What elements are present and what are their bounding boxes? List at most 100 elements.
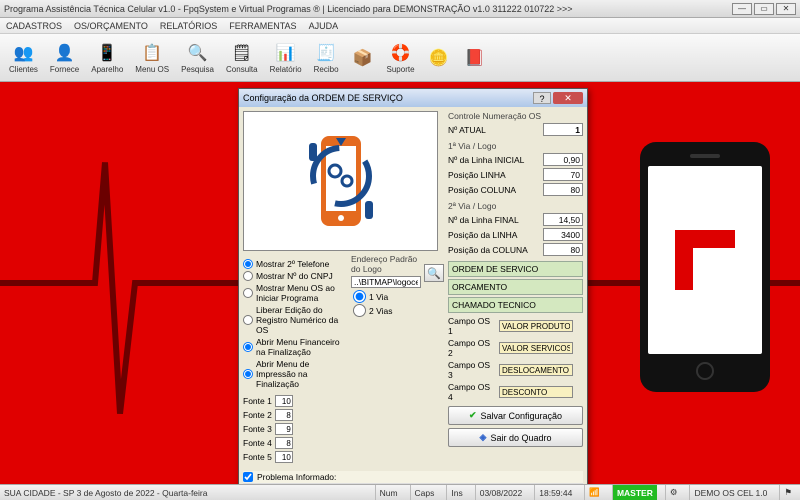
toolbar-item-11[interactable]: 📕 — [458, 43, 492, 73]
option-0[interactable]: Mostrar 2º Telefone — [243, 258, 348, 270]
toolbar-pesquisa[interactable]: 🔍Pesquisa — [176, 38, 219, 77]
status-ins: Ins — [446, 485, 466, 500]
toolbar-icon: 📱 — [95, 41, 119, 65]
dialog-close-button[interactable]: ✕ — [553, 92, 583, 104]
option-2[interactable]: Mostrar Menu OS ao Iniciar Programa — [243, 282, 348, 304]
toolbar-icon: 🔍 — [186, 41, 210, 65]
check-label: Problema Informado: — [257, 472, 336, 482]
toolbar-icon: 📋 — [140, 41, 164, 65]
field-input-1[interactable] — [543, 168, 583, 181]
toolbar-icon: 📦 — [351, 46, 375, 70]
fonte-input-0[interactable] — [275, 395, 293, 407]
toolbar-consulta[interactable]: 🗒Consulta — [221, 38, 263, 77]
toolbar-item-10[interactable]: 🪙 — [422, 43, 456, 73]
field-label: Nº da Linha FINAL — [448, 215, 519, 225]
toolbar-icon: 👤 — [53, 41, 77, 65]
menu-relatorios[interactable]: RELATÓRIOS — [160, 21, 217, 31]
option-1[interactable]: Mostrar Nº do CNPJ — [243, 270, 348, 282]
minimize-button[interactable]: — — [732, 3, 752, 15]
status-flag-icon: ⚑ — [779, 485, 796, 500]
field-input-0[interactable] — [543, 153, 583, 166]
menu-cadastros[interactable]: CADASTROS — [6, 21, 62, 31]
campo-input-3[interactable] — [499, 386, 573, 398]
campo-label: Campo OS 4 — [448, 382, 496, 402]
n-atual-input[interactable] — [543, 123, 583, 136]
via-2-radio[interactable]: 2 Vias — [353, 304, 421, 317]
section-chamado[interactable]: CHAMADO TECNICO — [448, 297, 583, 313]
dialog-help-button[interactable]: ? — [533, 92, 551, 104]
toolbar-aparelho[interactable]: 📱Aparelho — [86, 38, 128, 77]
toolbar-label: Menu OS — [135, 65, 169, 74]
toolbar-recibo[interactable]: 🧾Recibo — [309, 38, 344, 77]
option-label: Liberar Edição do Registro Numérico da O… — [256, 305, 348, 335]
section-orcamento[interactable]: ORCAMENTO — [448, 279, 583, 295]
exit-button[interactable]: ◈ Sair do Quadro — [448, 428, 583, 447]
toolbar-label: Aparelho — [91, 65, 123, 74]
check-0[interactable]: Problema Informado: — [243, 471, 583, 484]
option-label: Mostrar Menu OS ao Iniciar Programa — [256, 283, 348, 303]
option-5[interactable]: Abrir Menu de Impressão na Finalização — [243, 358, 348, 390]
toolbar-label: Consulta — [226, 65, 258, 74]
status-demo: DEMO OS CEL 1.0 — [689, 485, 771, 500]
campo-label: Campo OS 2 — [448, 338, 496, 358]
close-button[interactable]: ✕ — [776, 3, 796, 15]
fonte-input-1[interactable] — [275, 409, 293, 421]
statusbar: SUA CIDADE - SP 3 de Agosto de 2022 - Qu… — [0, 484, 800, 500]
menu-os-orcamento[interactable]: OS/ORÇAMENTO — [74, 21, 148, 31]
save-config-button[interactable]: ✔ Salvar Configuração — [448, 406, 583, 425]
field-label: Posição LINHA — [448, 170, 506, 180]
fonte-input-2[interactable] — [275, 423, 293, 435]
logo-path-input[interactable] — [351, 276, 421, 288]
toolbar-suporte[interactable]: 🛟Suporte — [382, 38, 420, 77]
campo-label: Campo OS 1 — [448, 316, 496, 336]
status-time: 18:59:44 — [534, 485, 576, 500]
fonte-input-3[interactable] — [275, 437, 293, 449]
toolbar-label: Relatório — [270, 65, 302, 74]
toolbar-label: Fornece — [50, 65, 79, 74]
maximize-button[interactable]: ▭ — [754, 3, 774, 15]
field-input-0[interactable] — [543, 213, 583, 226]
field-label: Posição da COLUNA — [448, 245, 528, 255]
campo-label: Campo OS 3 — [448, 360, 496, 380]
status-signal-icon: 📶 — [584, 485, 604, 500]
option-label: Mostrar Nº do CNPJ — [256, 271, 333, 281]
status-gear-icon: ⚙ — [665, 485, 682, 500]
desktop-area: Configuração da ORDEM DE SERVIÇO ? ✕ — [0, 82, 800, 484]
toolbar-icon: 📕 — [463, 46, 487, 70]
field-label: Nº da Linha INICIAL — [448, 155, 524, 165]
status-date: 03/08/2022 — [475, 485, 527, 500]
toolbar-icon: 🪙 — [427, 46, 451, 70]
field-input-1[interactable] — [543, 228, 583, 241]
option-label: Mostrar 2º Telefone — [256, 259, 329, 269]
field-input-2[interactable] — [543, 183, 583, 196]
toolbar-fornece[interactable]: 👤Fornece — [45, 38, 84, 77]
toolbar-item-8[interactable]: 📦 — [346, 43, 380, 73]
status-master: MASTER — [612, 485, 657, 500]
browse-logo-button[interactable]: 🔍 — [424, 264, 444, 282]
cross-icon — [675, 230, 735, 290]
fonte-label: Fonte 1 — [243, 396, 272, 406]
campo-input-2[interactable] — [499, 364, 573, 376]
option-3[interactable]: Liberar Edição do Registro Numérico da O… — [243, 304, 348, 336]
section-os[interactable]: ORDEM DE SERVICO — [448, 261, 583, 277]
status-num: Num — [375, 485, 402, 500]
option-4[interactable]: Abrir Menu Financeiro na Finalização — [243, 336, 348, 358]
menu-ferramentas[interactable]: FERRAMENTAS — [229, 21, 296, 31]
toolbar-icon: 🛟 — [389, 41, 413, 65]
toolbar-label: Suporte — [387, 65, 415, 74]
field-label: Posição COLUNA — [448, 185, 516, 195]
campo-input-0[interactable] — [499, 320, 573, 332]
field-input-2[interactable] — [543, 243, 583, 256]
via-1-radio[interactable]: 1 Via — [353, 290, 421, 303]
status-caps: Caps — [410, 485, 439, 500]
menu-ajuda[interactable]: AJUDA — [309, 21, 339, 31]
campo-input-1[interactable] — [499, 342, 573, 354]
option-label: Abrir Menu Financeiro na Finalização — [256, 337, 348, 357]
logo-preview — [243, 111, 438, 251]
fonte-input-4[interactable] — [275, 451, 293, 463]
option-label: Abrir Menu de Impressão na Finalização — [256, 359, 348, 389]
controle-label: Controle Numeração OS — [448, 111, 583, 121]
toolbar-relatório[interactable]: 📊Relatório — [265, 38, 307, 77]
toolbar-menu os[interactable]: 📋Menu OS — [130, 38, 174, 77]
toolbar-clientes[interactable]: 👥Clientes — [4, 38, 43, 77]
